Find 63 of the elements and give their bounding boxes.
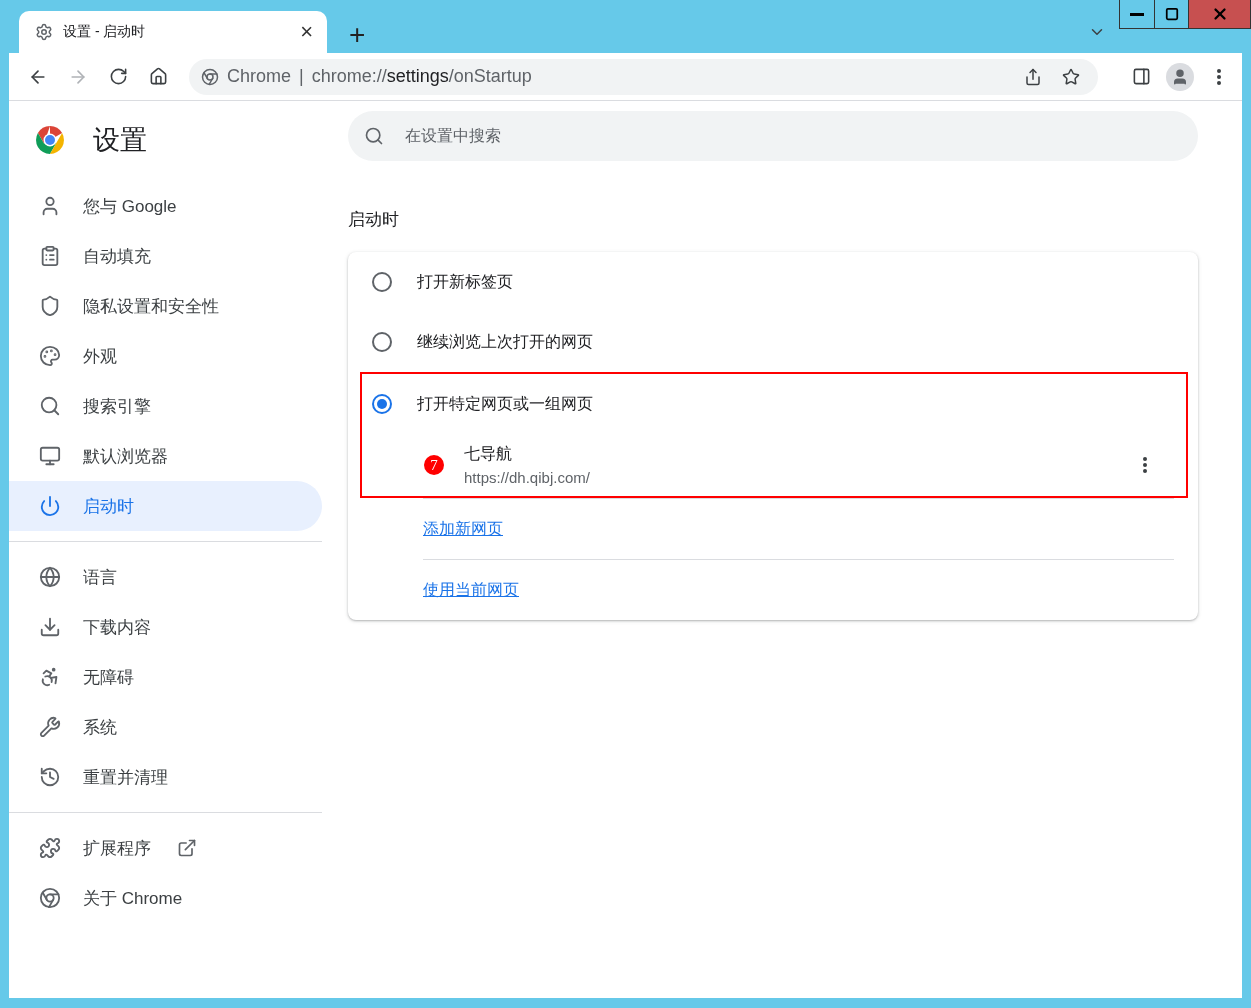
profile-avatar[interactable] [1166,62,1194,91]
sidebar-item[interactable]: 您与 Google [9,181,322,231]
radio-option[interactable]: 打开特定网页或一组网页 [362,374,1186,434]
sidebar-item[interactable]: 外观 [9,331,322,381]
sidebar-item[interactable]: 下载内容 [9,602,322,652]
radio-button[interactable] [372,272,392,292]
sidebar-item[interactable]: 搜索引擎 [9,381,322,431]
page-link[interactable]: 使用当前网页 [423,579,519,601]
home-icon [148,67,168,86]
sidebar-item[interactable]: 无障碍 [9,652,322,702]
clipboard-icon [39,245,61,267]
sidebar-item[interactable]: 启动时 [9,481,322,531]
page-title: 七导航 [464,444,513,464]
address-bar[interactable]: Chrome | chrome://settings/onStartup [189,58,1098,95]
person-icon [1171,67,1189,86]
sidebar-item[interactable]: 隐私设置和安全性 [9,281,322,331]
sidebar-item[interactable]: 重置并清理 [9,752,322,802]
radio-option[interactable]: 打开新标签页 [348,252,1198,312]
close-window-button[interactable] [1188,0,1250,28]
globe-icon [39,566,61,588]
site-label: Chrome [227,66,292,87]
download-icon [39,616,61,638]
star-icon [1062,67,1080,86]
puzzle-icon [39,837,61,859]
sidebar-item[interactable]: 语言 [9,552,322,602]
chrome-icon [39,887,61,909]
maximize-icon [1164,7,1179,21]
radio-button[interactable] [372,394,392,414]
tab-close-button[interactable]: × [300,21,313,43]
search-icon [364,126,384,146]
more-vertical-icon [1217,68,1221,85]
history-icon [39,766,61,788]
shield-icon [39,295,61,317]
settings-title: 设置 [93,123,147,157]
search-icon [39,395,61,417]
browser-tab[interactable]: 设置 - 启动时 × [19,11,327,53]
side-panel-icon [1131,67,1151,86]
chrome-logo [35,124,65,155]
page-url: https://dh.qibj.com/ [464,469,591,486]
share-icon [1024,67,1042,86]
separator: | [299,66,304,87]
wrench-icon [39,716,61,738]
settings-icon [35,23,53,41]
sidebar-item[interactable]: 自动填充 [9,231,322,281]
section-title: 启动时 [348,209,400,231]
sidebar-item[interactable]: 系统 [9,702,322,752]
sidebar-item[interactable]: 扩展程序 [9,823,322,873]
url-text: chrome://settings/onStartup [311,66,532,87]
sidebar-item[interactable]: 关于 Chrome [9,873,322,923]
tab-title: 设置 - 启动时 [63,23,147,41]
chrome-icon [201,67,219,86]
sidebar-item[interactable]: 默认浏览器 [9,431,322,481]
new-tab-button[interactable]: + [345,21,370,49]
search-field[interactable]: 在设置中搜索 [348,111,1198,161]
reload-icon [108,67,128,86]
palette-icon [39,345,61,367]
power-icon [39,495,61,517]
radio-option[interactable]: 继续浏览上次打开的网页 [348,312,1198,372]
page-link[interactable]: 添加新网页 [423,518,503,540]
radio-button[interactable] [372,332,392,352]
more-vertical-icon [1143,457,1147,473]
site-favicon: 7 [424,455,444,475]
minimize-icon [1130,12,1144,16]
